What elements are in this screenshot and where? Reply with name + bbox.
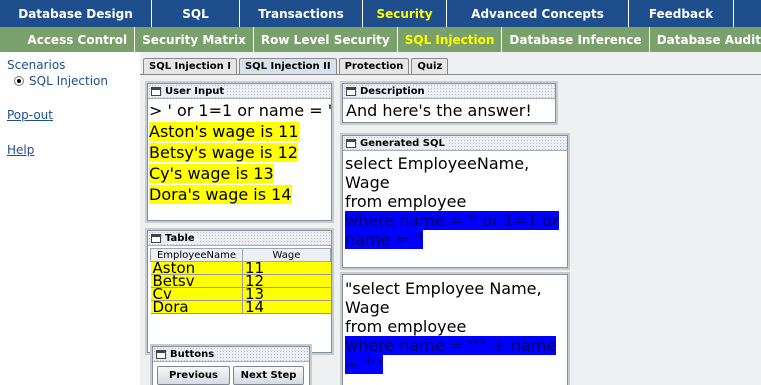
button-row: Previous Next Step <box>153 362 309 385</box>
sub-nav: Access Control Security Matrix Row Level… <box>0 27 761 52</box>
top-nav: Database Design SQL Transactions Securit… <box>0 0 761 27</box>
user-input-panel: User Input > ' or 1=1 or name = ' Aston'… <box>147 83 332 221</box>
generated-sql-text: select EmployeeName, Wage from employee … <box>343 151 567 252</box>
previous-button[interactable]: Previous <box>157 366 230 385</box>
result-line: Betsy's wage is 12 <box>149 143 298 162</box>
radio-selected-icon[interactable] <box>14 76 24 86</box>
result-line: Dora's wage is 14 <box>149 185 292 204</box>
table-titlebar[interactable]: Table <box>148 231 331 246</box>
generated-sql-titlebar[interactable]: Generated SQL <box>343 136 567 151</box>
buttons-title: Buttons <box>169 348 218 360</box>
window-icon <box>346 138 356 148</box>
code-text: "select Employee Name, Wage from employe… <box>343 275 567 378</box>
description-text: And here's the answer! <box>346 101 532 120</box>
table-row[interactable]: Dora 14 <box>150 300 331 315</box>
cell-employee-name: Dora <box>150 300 243 315</box>
cell-wage: 14 <box>242 300 331 315</box>
generated-sql-panel: Generated SQL select EmployeeName, Wage … <box>342 135 568 268</box>
top-nav-sql[interactable]: SQL <box>152 0 240 27</box>
user-input-title: User Input <box>164 85 228 97</box>
code-highlighted-line: where name = '"" + name + "'" <box>345 336 557 374</box>
tab-sql-injection-1[interactable]: SQL Injection I <box>143 58 237 74</box>
result-line: Cy's wage is 13 <box>149 164 274 183</box>
window-icon <box>156 349 166 359</box>
help-link[interactable]: Help <box>7 143 34 157</box>
description-title: Description <box>359 85 428 97</box>
sub-nav-database-audit[interactable]: Database Audit <box>648 27 761 52</box>
window-icon <box>346 86 356 96</box>
top-nav-overflow <box>734 0 761 27</box>
table-title: Table <box>164 232 198 244</box>
scenarios-heading: Scenarios <box>7 58 66 72</box>
code-line: from employee <box>345 317 467 336</box>
top-nav-feedback[interactable]: Feedback <box>629 0 734 27</box>
tab-quiz[interactable]: Quiz <box>411 58 449 74</box>
applet-area: SQL Injection I SQL Injection II Protect… <box>140 52 761 385</box>
sub-nav-access-control[interactable]: Access Control <box>20 27 134 52</box>
sidebar: Scenarios SQL Injection Pop-out Help <box>0 52 140 385</box>
sql-injected-line: where name = '' or 1=1 or <box>345 211 559 230</box>
tab-protection[interactable]: Protection <box>338 58 410 74</box>
window-icon <box>151 86 161 96</box>
top-nav-security[interactable]: Security <box>363 0 447 27</box>
sql-line: select EmployeeName, Wage <box>345 154 530 192</box>
user-input-console[interactable]: > ' or 1=1 or name = ' Aston's wage is 1… <box>148 99 332 206</box>
sub-nav-sql-injection[interactable]: SQL Injection <box>396 27 502 52</box>
top-nav-advanced-concepts[interactable]: Advanced Concepts <box>447 0 629 27</box>
buttons-titlebar[interactable]: Buttons <box>153 347 309 362</box>
table-row[interactable]: Betsv 12 <box>150 274 331 289</box>
tab-bar: SQL Injection I SQL Injection II Protect… <box>143 58 450 74</box>
table-panel: Table EmployeeName Wage Aston 11 Betsv 1… <box>147 230 332 353</box>
code-line: "select Employee Name, Wage <box>345 279 542 317</box>
sql-line: from employee <box>345 192 467 211</box>
tab-divider <box>140 74 761 75</box>
input-prompt[interactable]: > ' or 1=1 or name = ' <box>149 101 332 120</box>
user-input-titlebar[interactable]: User Input <box>148 84 331 99</box>
window-icon <box>151 233 161 243</box>
result-line: Aston's wage is 11 <box>149 122 299 141</box>
popout-link[interactable]: Pop-out <box>7 108 53 122</box>
tab-sql-injection-2[interactable]: SQL Injection II <box>238 58 337 74</box>
scenario-label: SQL Injection <box>29 74 109 88</box>
generated-sql-title: Generated SQL <box>359 137 448 149</box>
code-panel: "select Employee Name, Wage from employe… <box>342 274 568 385</box>
next-step-button[interactable]: Next Step <box>233 366 304 385</box>
sub-nav-row-level-security[interactable]: Row Level Security <box>252 27 397 52</box>
scenario-sql-injection[interactable]: SQL Injection <box>14 74 108 88</box>
description-titlebar[interactable]: Description <box>343 84 555 99</box>
sub-nav-security-matrix[interactable]: Security Matrix <box>134 27 253 52</box>
sub-nav-database-inference[interactable]: Database Inference <box>501 27 648 52</box>
sql-injected-line: name = '' <box>345 230 423 249</box>
employee-table: EmployeeName Wage Aston 11 Betsv 12 Cv 1… <box>150 248 331 315</box>
description-panel: Description And here's the answer! <box>342 83 556 123</box>
buttons-panel: Buttons Previous Next Step <box>152 346 310 385</box>
top-nav-transactions[interactable]: Transactions <box>240 0 363 27</box>
top-nav-database-design[interactable]: Database Design <box>0 0 152 27</box>
